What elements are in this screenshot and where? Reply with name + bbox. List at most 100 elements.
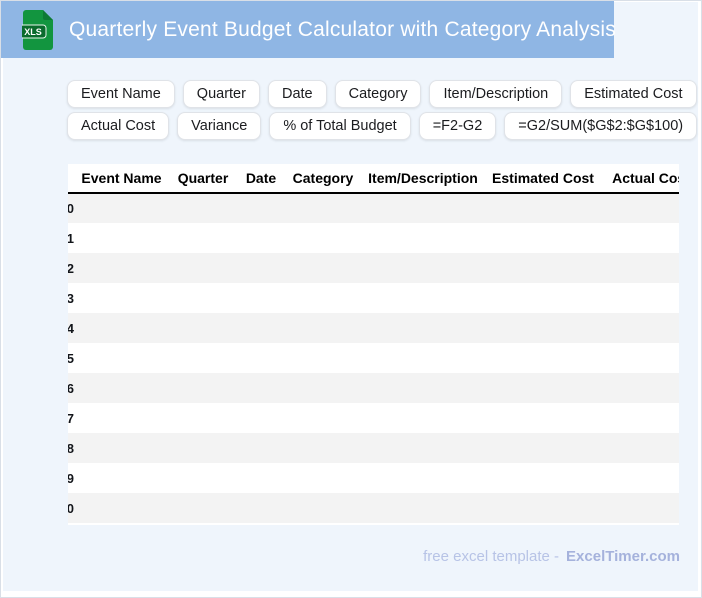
column-header-event-name: Event Name — [74, 164, 169, 194]
empty-cell — [237, 193, 285, 223]
empty-cell — [285, 403, 361, 433]
spreadsheet-preview-table: Event Name Quarter Date Category Item/Descri… — [68, 164, 679, 523]
empty-cell — [237, 343, 285, 373]
table-row: 4 — [68, 313, 679, 343]
empty-cell — [285, 313, 361, 343]
empty-cell — [237, 463, 285, 493]
empty-cell — [74, 313, 169, 343]
empty-cell — [361, 283, 485, 313]
empty-cell — [601, 223, 679, 253]
empty-cell — [485, 343, 601, 373]
empty-cell — [74, 463, 169, 493]
footer-text: free excel template - — [423, 548, 560, 565]
empty-cell — [74, 403, 169, 433]
empty-cell — [485, 373, 601, 403]
empty-cell — [169, 403, 237, 433]
empty-cell — [361, 433, 485, 463]
empty-cell — [285, 433, 361, 463]
empty-cell — [601, 463, 679, 493]
empty-cell — [285, 193, 361, 223]
chip-estimated-cost[interactable]: Estimated Cost — [570, 80, 697, 108]
column-header-category: Category — [285, 164, 361, 194]
empty-cell — [74, 223, 169, 253]
empty-cell — [74, 343, 169, 373]
table-row: 8 — [68, 433, 679, 463]
table-row: 3 — [68, 283, 679, 313]
empty-cell — [601, 283, 679, 313]
spreadsheet-preview: Event Name Quarter Date Category Item/Descri… — [68, 164, 679, 525]
empty-cell — [361, 193, 485, 223]
empty-cell — [237, 253, 285, 283]
table-row: 2 — [68, 253, 679, 283]
empty-cell — [361, 373, 485, 403]
empty-cell — [285, 283, 361, 313]
template-preview-page: XLS Quarterly Event Budget Calculator wi… — [0, 0, 702, 598]
table-row: 9 — [68, 463, 679, 493]
empty-cell — [361, 403, 485, 433]
empty-cell — [601, 403, 679, 433]
empty-cell — [169, 463, 237, 493]
chip-event-name[interactable]: Event Name — [67, 80, 175, 108]
table-row: 6 — [68, 373, 679, 403]
empty-cell — [485, 493, 601, 523]
empty-cell — [74, 283, 169, 313]
empty-cell — [485, 403, 601, 433]
empty-cell — [169, 433, 237, 463]
empty-cell — [237, 313, 285, 343]
empty-cell — [361, 463, 485, 493]
chip-category[interactable]: Category — [334, 80, 422, 108]
empty-cell — [285, 373, 361, 403]
empty-cell — [361, 343, 485, 373]
table-row: 7 — [68, 403, 679, 433]
empty-cell — [285, 223, 361, 253]
empty-cell — [361, 493, 485, 523]
column-header-date: Date — [237, 164, 285, 194]
empty-cell — [601, 373, 679, 403]
empty-cell — [169, 313, 237, 343]
column-header-actual-cost: Actual Cost — [601, 164, 679, 194]
column-header-quarter: Quarter — [169, 164, 237, 194]
chip-date[interactable]: Date — [267, 80, 327, 108]
footer-brand-link[interactable]: ExcelTimer.com — [566, 548, 680, 565]
empty-cell — [285, 253, 361, 283]
empty-cell — [285, 493, 361, 523]
empty-cell — [169, 493, 237, 523]
empty-cell — [361, 253, 485, 283]
table-row: 10 — [68, 493, 679, 523]
column-chips-row-2: Actual Cost Variance% of Total Budget =F2-… — [67, 112, 698, 140]
page-title: Quarterly Event Budget Calculator with C… — [69, 18, 616, 41]
chip-variance[interactable]: Variance — [177, 112, 262, 140]
empty-cell — [485, 463, 601, 493]
empty-cell — [237, 223, 285, 253]
empty-cell — [601, 433, 679, 463]
xls-file-icon: XLS — [22, 10, 53, 50]
empty-cell — [237, 373, 285, 403]
title-bar: XLS Quarterly Event Budget Calculator wi… — [1, 1, 616, 58]
chip-quarter[interactable]: Quarter — [182, 80, 260, 108]
xls-icon-label: XLS — [24, 27, 42, 37]
empty-cell — [285, 463, 361, 493]
table-row: 0 — [68, 193, 679, 223]
empty-cell — [601, 313, 679, 343]
chip-actual-cost[interactable]: Actual Cost — [67, 112, 170, 140]
empty-cell — [169, 343, 237, 373]
empty-cell — [237, 403, 285, 433]
empty-cell — [237, 493, 285, 523]
table-row: 5 — [68, 343, 679, 373]
column-header-estimated-cost: Estimated Cost — [485, 164, 601, 194]
empty-cell — [74, 493, 169, 523]
column-chips-row-1: Event Name Quarter Date Category Item/Descri… — [67, 80, 697, 108]
empty-cell — [169, 193, 237, 223]
empty-cell — [361, 223, 485, 253]
empty-cell — [361, 313, 485, 343]
empty-cell — [74, 193, 169, 223]
chip-f2-g2[interactable]: =F2-G2 — [418, 112, 497, 140]
chip-of-total-budget[interactable]: % of Total Budget — [269, 112, 411, 140]
chip-g2-sum-g-2-g-100[interactable]: =G2/SUM($G$2:$G$100) — [504, 112, 698, 140]
chip-item-description[interactable]: Item/Description — [429, 80, 563, 108]
table-row: 1 — [68, 223, 679, 253]
empty-cell — [601, 493, 679, 523]
empty-cell — [74, 373, 169, 403]
empty-cell — [601, 253, 679, 283]
empty-cell — [485, 283, 601, 313]
